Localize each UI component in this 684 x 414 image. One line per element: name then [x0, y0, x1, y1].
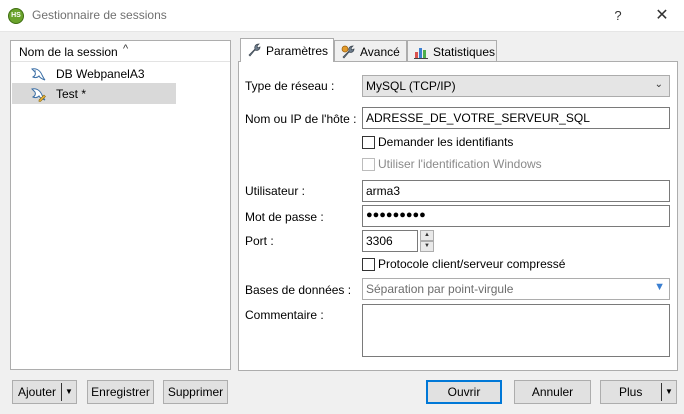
split-divider — [61, 383, 62, 401]
cancel-button[interactable]: Annuler — [514, 380, 591, 404]
tab-parametres[interactable]: Paramètres — [240, 38, 334, 62]
comment-label: Commentaire : — [245, 308, 324, 322]
chevron-down-icon[interactable]: ▼ — [65, 381, 73, 403]
checkbox-box[interactable] — [362, 258, 375, 271]
network-type-value: MySQL (TCP/IP) — [366, 79, 456, 93]
compressed-protocol-checkbox[interactable]: Protocole client/serveur compressé — [362, 257, 582, 273]
more-button[interactable]: Plus ▼ — [600, 380, 677, 404]
close-button[interactable]: ✕ — [650, 6, 674, 26]
host-input[interactable]: ADRESSE_DE_VOTRE_SERVEUR_SQL — [362, 107, 670, 129]
windows-auth-checkbox: Utiliser l'identification Windows — [362, 157, 562, 173]
session-item-test[interactable]: Test * — [12, 83, 176, 104]
checkbox-box[interactable] — [362, 136, 375, 149]
wrench-gear-icon — [341, 45, 355, 59]
comment-textarea[interactable] — [362, 304, 670, 357]
add-button[interactable]: Ajouter ▼ — [12, 380, 77, 404]
checkbox-box — [362, 158, 375, 171]
tab-label: Paramètres — [266, 44, 329, 58]
chevron-down-icon: ⌄ — [654, 79, 663, 90]
tab-avance[interactable]: Avancé — [334, 40, 407, 61]
port-increment-button[interactable]: ▲ — [420, 230, 434, 241]
password-input[interactable]: ●●●●●●●●● — [362, 205, 670, 227]
more-button-label: Plus — [619, 385, 643, 399]
app-logo-icon: HS — [8, 8, 24, 24]
wrench-icon — [248, 43, 261, 57]
delete-button[interactable]: Supprimer — [163, 380, 228, 404]
open-button[interactable]: Ouvrir — [426, 380, 502, 404]
tab-label: Statistiques — [433, 45, 496, 59]
port-input[interactable]: 3306 — [362, 230, 418, 252]
bar-chart-icon — [414, 48, 428, 59]
session-list[interactable]: Nom de la session ^ DB WebpanelA3 Test * — [10, 40, 231, 370]
password-label: Mot de passe : — [245, 210, 324, 224]
network-type-label: Type de réseau : — [245, 79, 335, 93]
databases-placeholder: Séparation par point-virgule — [366, 282, 514, 296]
network-type-select[interactable]: MySQL (TCP/IP) ⌄ — [362, 75, 670, 97]
split-divider — [661, 383, 662, 401]
window-title: Gestionnaire de sessions — [32, 8, 167, 22]
session-item-label: Test * — [56, 87, 87, 101]
checkbox-label: Utiliser l'identification Windows — [378, 157, 542, 171]
help-button[interactable]: ? — [607, 6, 629, 26]
sort-ascending-icon: ^ — [123, 43, 129, 55]
port-label: Port : — [245, 234, 274, 248]
ask-credentials-checkbox[interactable]: Demander les identifiants — [362, 135, 562, 151]
session-list-header[interactable]: Nom de la session ^ — [11, 41, 230, 62]
chevron-down-icon[interactable]: ▼ — [665, 381, 673, 403]
databases-label: Bases de données : — [245, 283, 352, 297]
session-item-label: DB WebpanelA3 — [56, 67, 145, 81]
tab-statistiques[interactable]: Statistiques — [407, 40, 497, 61]
triangle-down-icon[interactable]: ▼ — [654, 281, 665, 293]
checkbox-label: Protocole client/serveur compressé — [378, 257, 566, 271]
session-item-db-webpanela3[interactable]: DB WebpanelA3 — [12, 63, 176, 84]
databases-select[interactable]: Séparation par point-virgule ▼ — [362, 278, 670, 300]
port-decrement-button[interactable]: ▼ — [420, 241, 434, 252]
add-button-label: Ajouter — [18, 385, 57, 399]
save-button[interactable]: Enregistrer — [87, 380, 154, 404]
session-column-label: Nom de la session — [19, 45, 118, 59]
dolphin-edit-icon — [31, 88, 46, 102]
user-input[interactable]: arma3 — [362, 180, 670, 202]
dolphin-icon — [31, 68, 46, 81]
checkbox-label: Demander les identifiants — [378, 135, 514, 149]
tab-label: Avancé — [360, 45, 400, 59]
host-label: Nom ou IP de l'hôte : — [245, 112, 357, 126]
user-label: Utilisateur : — [245, 184, 306, 198]
